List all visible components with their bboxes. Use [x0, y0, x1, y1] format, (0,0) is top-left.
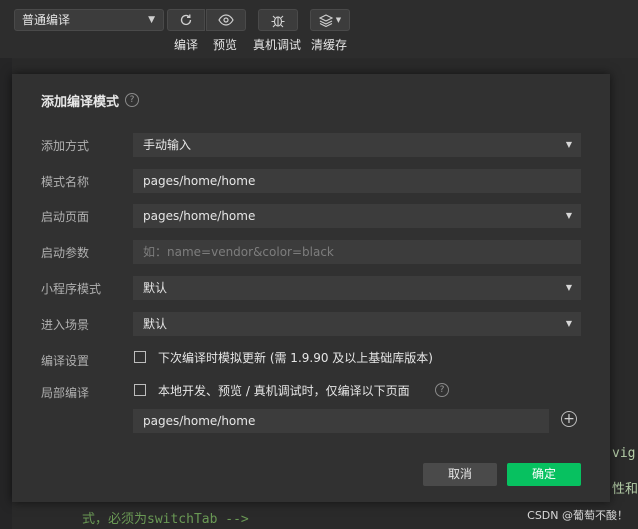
chevron-down-icon: ▼: [565, 211, 572, 220]
chevron-down-icon: ▼: [565, 319, 572, 328]
start-params-input[interactable]: 如：name=vendor&color=black: [133, 240, 581, 264]
preview-button[interactable]: [206, 9, 246, 31]
clear-cache-button[interactable]: ▼: [310, 9, 350, 31]
confirm-button[interactable]: 确定: [507, 463, 581, 486]
layers-icon: [318, 13, 333, 27]
help-icon[interactable]: ?: [435, 383, 449, 397]
mp-mode-label: 小程序模式: [41, 282, 102, 296]
add-method-label: 添加方式: [41, 139, 90, 153]
add-method-value: 手动输入: [143, 138, 192, 152]
compile-mode-value: 普通编译: [22, 13, 71, 27]
mp-mode-value: 默认: [143, 281, 168, 295]
clear-cache-label: 清缓存: [311, 38, 348, 52]
simulate-update-text: 下次编译时模拟更新 (需 1.9.90 及以上基础库版本): [158, 351, 433, 365]
refresh-icon: [180, 14, 192, 26]
remote-debug-label: 真机调试: [253, 38, 302, 52]
compile-button[interactable]: [167, 9, 205, 31]
add-page-icon[interactable]: +: [561, 411, 577, 427]
compile-settings-label: 编译设置: [41, 354, 90, 368]
start-page-label: 启动页面: [41, 210, 90, 224]
remote-debug-button[interactable]: [258, 9, 298, 31]
add-method-select[interactable]: 手动输入 ▼: [133, 133, 581, 157]
editor-gutter: [0, 58, 12, 529]
simulate-update-checkbox[interactable]: [134, 351, 146, 363]
eye-icon: [218, 14, 234, 26]
partial-compile-checkbox[interactable]: [134, 384, 146, 396]
mode-name-label: 模式名称: [41, 175, 90, 189]
bug-icon: [271, 15, 285, 27]
toolbar: 普通编译 ▼ ▼ 编译 预览 真机调试 清缓存: [0, 0, 638, 58]
chevron-down-icon: ▼: [148, 15, 155, 25]
cancel-button[interactable]: 取消: [423, 463, 497, 486]
start-params-placeholder: 如：name=vendor&color=black: [143, 245, 334, 259]
code-fragment: vig: [612, 446, 636, 461]
code-fragment: 性和: [612, 482, 638, 497]
scene-value: 默认: [143, 317, 168, 331]
preview-label: 预览: [213, 38, 238, 52]
partial-compile-page-value: pages/home/home: [143, 414, 256, 428]
start-params-label: 启动参数: [41, 246, 90, 260]
help-icon[interactable]: ?: [125, 93, 139, 107]
mode-name-input[interactable]: pages/home/home: [133, 169, 581, 193]
scene-select[interactable]: 默认 ▼: [133, 312, 581, 336]
start-page-select[interactable]: pages/home/home ▼: [133, 204, 581, 228]
compile-mode-select[interactable]: 普通编译 ▼: [14, 9, 164, 31]
scene-label: 进入场景: [41, 318, 90, 332]
chevron-down-icon: ▼: [565, 140, 572, 149]
chevron-down-icon: ▼: [565, 283, 572, 292]
chevron-down-icon: ▼: [335, 16, 342, 24]
partial-compile-text: 本地开发、预览 / 真机调试时，仅编译以下页面: [158, 384, 410, 398]
partial-compile-label: 局部编译: [41, 386, 90, 400]
watermark: CSDN @葡萄不酸！: [527, 509, 628, 522]
mp-mode-select[interactable]: 默认 ▼: [133, 276, 581, 300]
dialog-title: 添加编译模式: [41, 95, 120, 110]
partial-compile-page-input[interactable]: pages/home/home: [133, 409, 549, 433]
start-page-value: pages/home/home: [143, 209, 256, 223]
add-compile-mode-dialog: 添加编译模式 ? 添加方式 手动输入 ▼ 模式名称 pages/home/hom…: [12, 74, 610, 502]
mode-name-value: pages/home/home: [143, 174, 256, 188]
compile-label: 编译: [174, 38, 199, 52]
code-line: 式，必须为switchTab -->: [82, 512, 249, 527]
